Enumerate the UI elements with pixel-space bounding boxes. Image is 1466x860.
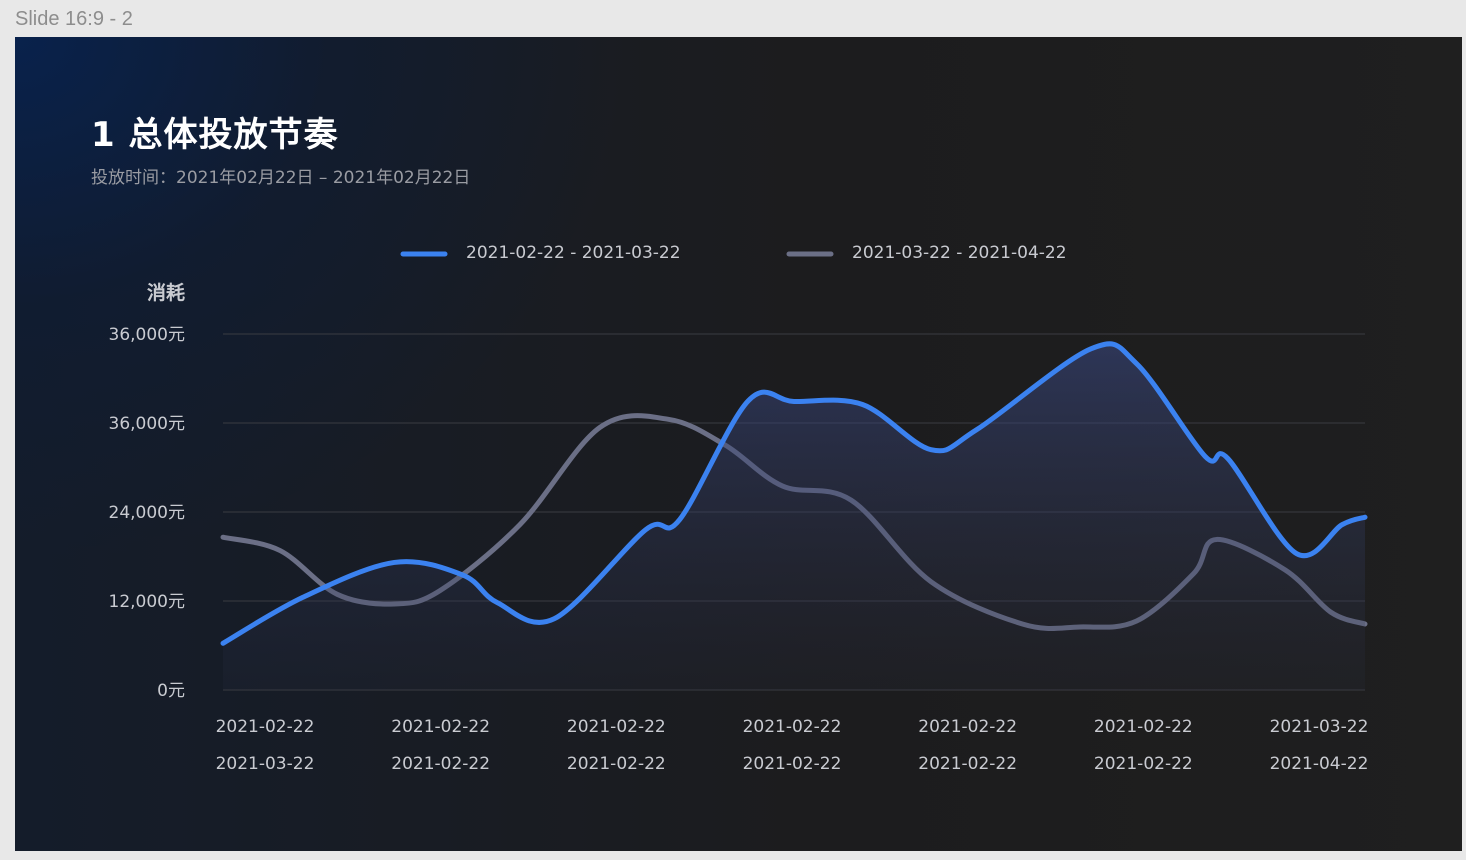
legend-label-series-1: 2021-02-22 - 2021-03-22 bbox=[466, 243, 681, 263]
y-tick-label: 12,000元 bbox=[109, 592, 185, 612]
y-axis-label: 消耗 bbox=[147, 281, 185, 304]
y-axis-ticks: 0元 12,000元 24,000元 36,000元 36,000元 bbox=[109, 325, 185, 701]
x-tick-label-top: 2021-02-22 bbox=[216, 717, 315, 737]
x-tick-label-bottom: 2021-04-22 bbox=[1270, 754, 1369, 774]
x-tick-label-bottom: 2021-02-22 bbox=[1094, 754, 1193, 774]
x-axis-ticks: 2021-02-22 2021-03-22 2021-02-22 2021-02-22… bbox=[216, 717, 1369, 774]
x-tick-label-top: 2021-02-22 bbox=[567, 717, 666, 737]
x-tick-label-top: 2021-02-22 bbox=[918, 717, 1017, 737]
slide-canvas: 1 总体投放节奏 投放时间：2021年02月22日 – 2021年02月22日 … bbox=[15, 37, 1462, 851]
line-chart: 2021-02-22 - 2021-03-22 2021-03-22 - 202… bbox=[109, 243, 1369, 774]
x-tick-label-bottom: 2021-02-22 bbox=[567, 754, 666, 774]
x-tick-label-top: 2021-03-22 bbox=[1270, 717, 1369, 737]
x-tick-label-bottom: 2021-02-22 bbox=[391, 754, 490, 774]
x-tick-label-bottom: 2021-02-22 bbox=[743, 754, 842, 774]
legend: 2021-02-22 - 2021-03-22 2021-03-22 - 202… bbox=[400, 243, 1067, 263]
series-area-1 bbox=[223, 343, 1365, 690]
x-tick-label-top: 2021-02-22 bbox=[1094, 717, 1193, 737]
series-lines bbox=[220, 341, 1368, 690]
y-tick-label: 36,000元 bbox=[109, 414, 185, 434]
x-tick-label-bottom: 2021-02-22 bbox=[918, 754, 1017, 774]
x-tick-label-top: 2021-02-22 bbox=[391, 717, 490, 737]
legend-label-series-2: 2021-03-22 - 2021-04-22 bbox=[852, 243, 1067, 263]
x-tick-label-bottom: 2021-03-22 bbox=[216, 754, 315, 774]
frame-label: Slide 16:9 - 2 bbox=[15, 8, 133, 30]
y-tick-label: 0元 bbox=[157, 681, 185, 701]
y-tick-label: 24,000元 bbox=[109, 503, 185, 523]
x-tick-label-top: 2021-02-22 bbox=[743, 717, 842, 737]
y-tick-label: 36,000元 bbox=[109, 325, 185, 345]
